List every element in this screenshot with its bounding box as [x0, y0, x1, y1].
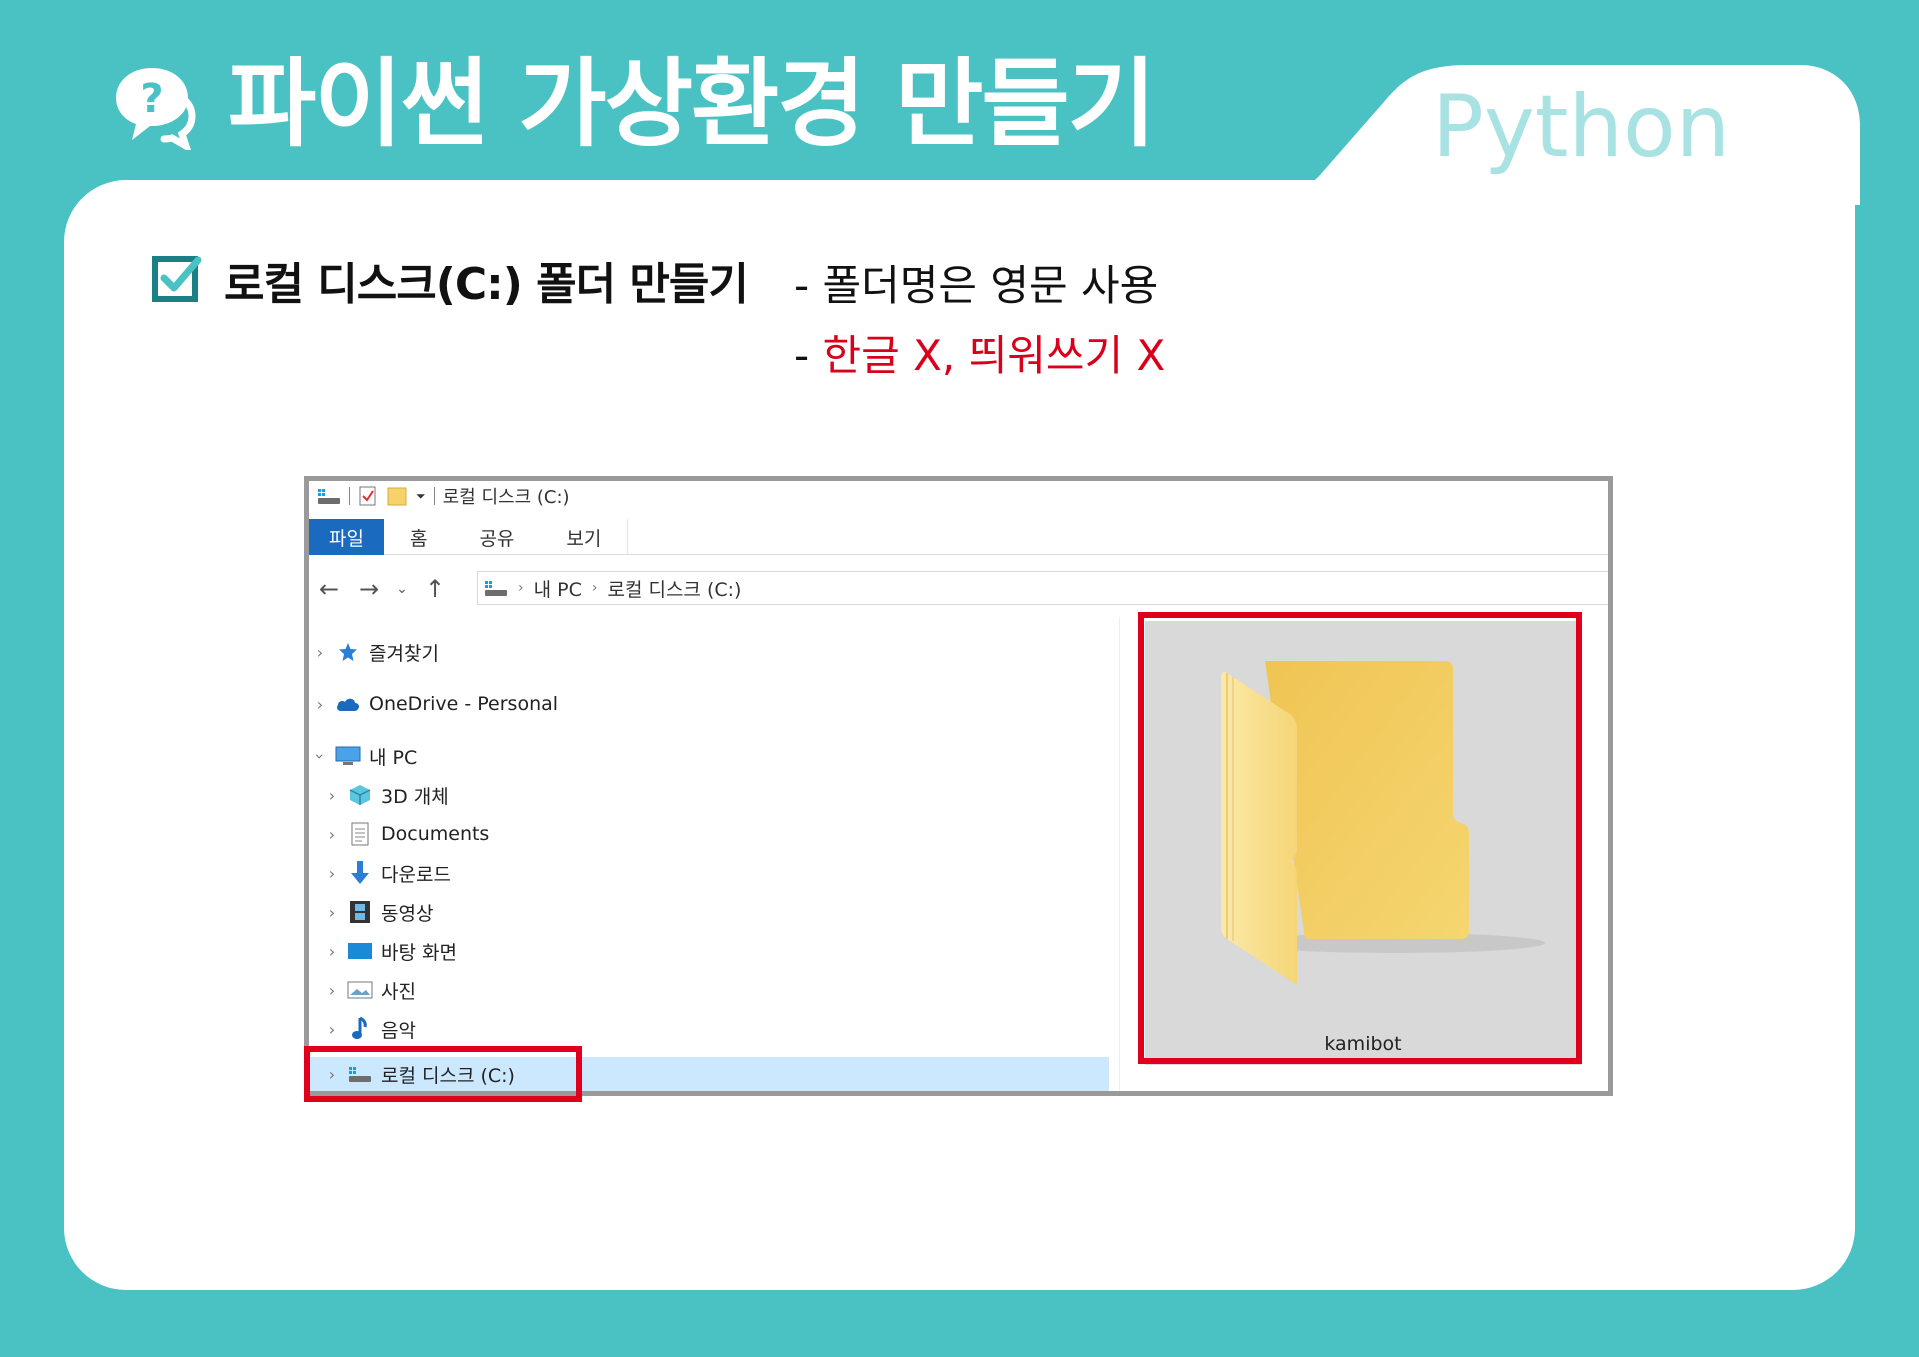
- breadcrumb-chevron-icon: ›: [591, 580, 598, 596]
- breadcrumb-chevron-icon: ›: [518, 580, 524, 596]
- picture-icon: [347, 978, 373, 1002]
- tree-item-videos[interactable]: › 동영상: [325, 897, 433, 927]
- address-row: ← → ⌄ ↑ › 내 PC › 로컬 디스크 (C:): [309, 569, 1608, 609]
- forward-arrow-icon[interactable]: →: [349, 575, 389, 603]
- navigation-tree: › 즐겨찾기 › OneDrive - Personal › 내 PC › 3D…: [309, 617, 1109, 1091]
- tree-item-favorites[interactable]: › 즐겨찾기: [313, 637, 439, 667]
- svg-text:?: ?: [140, 76, 163, 122]
- cloud-icon: [335, 692, 361, 716]
- tree-label: OneDrive - Personal: [369, 693, 559, 715]
- tree-label: 음악: [381, 1019, 416, 1042]
- tree-label: 바탕 화면: [381, 941, 457, 964]
- tree-label: Documents: [381, 823, 490, 845]
- python-tag: Python: [1432, 77, 1731, 177]
- ribbon-tabs: 파일 홈 공유 보기: [309, 519, 1608, 555]
- expand-chevron-icon[interactable]: ›: [313, 643, 327, 662]
- tree-item-documents[interactable]: › Documents: [325, 819, 489, 849]
- expand-chevron-icon[interactable]: ›: [325, 981, 339, 1000]
- new-folder-icon[interactable]: [386, 485, 408, 507]
- desktop-icon: [347, 939, 373, 963]
- note-english-name: - 폴더명은 영문 사용: [794, 261, 1159, 310]
- question-chat-icon: ?: [116, 68, 196, 150]
- expand-chevron-icon[interactable]: ›: [325, 903, 339, 922]
- note-warning: 한글 X, 띄워쓰기 X: [822, 331, 1166, 380]
- tree-item-music[interactable]: › 음악: [325, 1014, 416, 1044]
- expand-chevron-icon[interactable]: ›: [325, 942, 339, 961]
- tree-item-pictures[interactable]: › 사진: [325, 975, 416, 1005]
- tree-item-3d-objects[interactable]: › 3D 개체: [325, 780, 449, 810]
- highlight-frame-folder: [1138, 612, 1582, 1064]
- window-title: 로컬 디스크 (C:): [442, 487, 570, 508]
- properties-icon[interactable]: [358, 485, 378, 507]
- highlight-frame-local-disk: [304, 1046, 582, 1102]
- note-dash: -: [794, 331, 823, 380]
- tab-file[interactable]: 파일: [309, 519, 384, 555]
- tree-item-downloads[interactable]: › 다운로드: [325, 858, 451, 888]
- recent-locations-chevron-icon[interactable]: ⌄: [389, 581, 415, 597]
- tree-label: 사진: [381, 980, 416, 1003]
- expand-chevron-icon[interactable]: ›: [325, 786, 339, 805]
- music-note-icon: [347, 1016, 373, 1041]
- tree-item-my-pc[interactable]: › 내 PC: [311, 741, 418, 771]
- drive-icon: [485, 581, 507, 596]
- checkbox-icon: [152, 256, 202, 302]
- tab-view[interactable]: 보기: [540, 519, 629, 555]
- tab-share[interactable]: 공유: [453, 519, 540, 555]
- section-heading: 로컬 디스크(C:) 폴더 만들기: [224, 259, 749, 310]
- breadcrumb-local-disk[interactable]: 로컬 디스크 (C:): [607, 575, 741, 602]
- separator: [349, 487, 350, 505]
- tree-item-desktop[interactable]: › 바탕 화면: [325, 936, 457, 966]
- tree-item-onedrive[interactable]: › OneDrive - Personal: [313, 689, 558, 719]
- note-no-korean-no-spaces: - 한글 X, 띄워쓰기 X: [794, 322, 1165, 383]
- collapse-chevron-icon[interactable]: ›: [311, 749, 330, 763]
- expand-chevron-icon[interactable]: ›: [325, 1020, 339, 1039]
- document-icon: [347, 822, 373, 846]
- expand-chevron-icon[interactable]: ›: [325, 825, 339, 844]
- tree-label: 3D 개체: [381, 785, 449, 808]
- tree-label: 내 PC: [369, 746, 418, 769]
- up-arrow-icon[interactable]: ↑: [415, 575, 455, 603]
- download-arrow-icon: [347, 861, 373, 885]
- address-bar[interactable]: › 내 PC › 로컬 디스크 (C:): [477, 571, 1608, 605]
- tree-label: 다운로드: [381, 863, 451, 886]
- tree-label: 즐겨찾기: [369, 642, 439, 665]
- computer-icon: [335, 744, 361, 768]
- back-arrow-icon[interactable]: ←: [309, 575, 349, 603]
- tree-label: 동영상: [381, 902, 434, 925]
- star-icon: [335, 640, 361, 664]
- tab-home[interactable]: 홈: [384, 519, 453, 555]
- page-title: 파이썬 가상환경 만들기: [228, 48, 1156, 160]
- film-icon: [347, 900, 373, 924]
- cube-icon: [347, 783, 373, 807]
- drive-icon: [318, 489, 340, 504]
- separator: [433, 487, 435, 505]
- expand-chevron-icon[interactable]: ›: [313, 695, 327, 714]
- breadcrumb-my-pc[interactable]: 내 PC: [534, 575, 582, 602]
- expand-chevron-icon[interactable]: ›: [325, 864, 339, 883]
- customize-toolbar-icon[interactable]: ⏷: [416, 489, 426, 504]
- quick-access-toolbar: ⏷ 로컬 디스크 (C:): [309, 481, 1608, 511]
